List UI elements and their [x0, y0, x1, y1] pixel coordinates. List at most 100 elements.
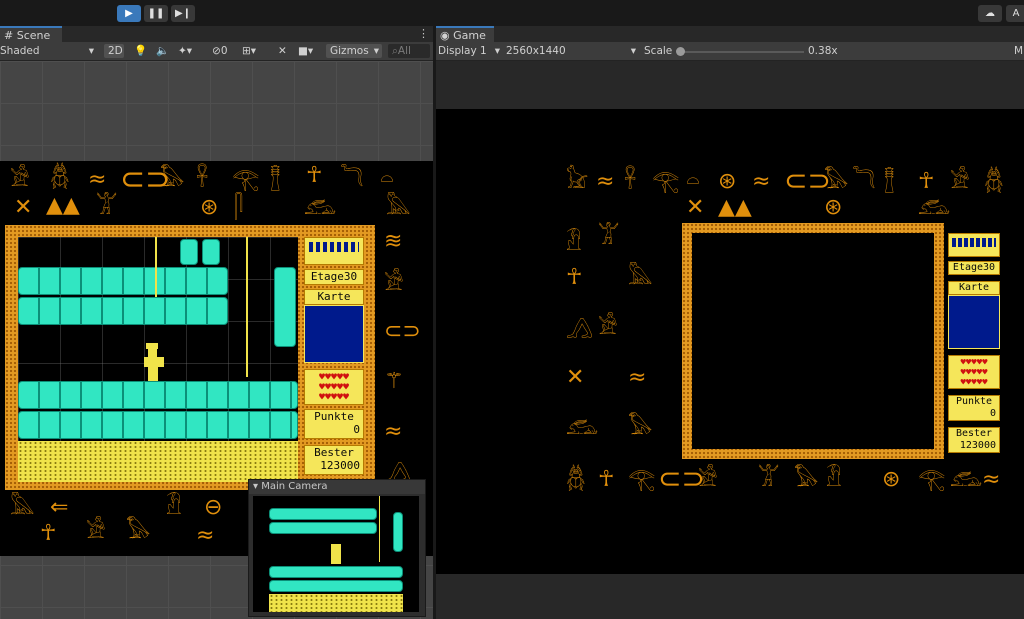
effects-icon[interactable]: ✦▾	[178, 44, 192, 58]
hieroglyph-border-left: 𓁟 𓀠 ☥ 𓅓 𓂻 𓀀 ✕ ≈ 𓃹 𓅃	[562, 227, 682, 467]
lives-hearts: ♥♥♥♥♥ ♥♥♥♥♥ ♥♥♥♥♥	[304, 369, 364, 405]
stone-block	[274, 267, 296, 347]
game-options-menu[interactable]: M	[1014, 44, 1023, 58]
lives-hearts: ♥♥♥♥♥ ♥♥♥♥♥ ♥♥♥♥♥	[948, 355, 1000, 389]
collapse-icon: ▾	[253, 481, 259, 492]
hieroglyph-icon: ≈	[88, 167, 107, 192]
chevron-down-icon: ▾	[494, 45, 500, 57]
score-box: Punkte 0	[304, 409, 364, 439]
display-dropdown[interactable]: Display 1 ▾	[438, 44, 500, 58]
stone-row	[18, 267, 228, 295]
hieroglyph-icon: ⊂⊃	[384, 319, 421, 344]
scale-value: 0.38x	[808, 45, 838, 57]
play-button[interactable]: ▶	[117, 5, 141, 22]
step-icon: ▶❙	[174, 8, 192, 19]
chevron-down-icon: ▾	[630, 45, 636, 57]
hieroglyph-icon: ≈	[628, 365, 647, 390]
hieroglyph-icon: ≈	[196, 523, 215, 548]
hieroglyph-icon: 𓀠	[598, 225, 620, 250]
hieroglyph-icon: 𓅃	[126, 519, 151, 544]
scene-viewport[interactable]: 𓀀 𓆣 ≈ ⊂⊃ 𓅃 𓋹 𓂀 𓊽 ☥ 𓆓 𓏏 ✕ ▲▲ 𓀠 ⊛ 𓋴 𓃹 𓅓 ≋ …	[0, 61, 433, 619]
gizmos-dropdown[interactable]: Gizmos ▾	[326, 44, 382, 58]
audio-icon[interactable]: 🔈	[156, 44, 169, 58]
kebab-menu-icon[interactable]: ⋮	[418, 26, 429, 42]
hieroglyph-icon: 𓃹	[304, 195, 337, 220]
camera-preview-window[interactable]: ▾ Main Camera	[248, 479, 426, 617]
camera-preview-header[interactable]: ▾ Main Camera	[249, 480, 425, 494]
scale-label: Scale	[644, 45, 673, 57]
map-display	[304, 305, 364, 363]
step-button[interactable]: ▶❙	[171, 5, 195, 22]
pause-icon: ❚❚	[147, 8, 165, 19]
sand-floor	[18, 441, 298, 482]
pyramid-icon: ▲▲	[46, 193, 80, 218]
hieroglyph-icon: ✕	[14, 195, 33, 220]
stone-row	[269, 580, 403, 592]
hieroglyph-icon: 𓋹	[624, 169, 637, 194]
hieroglyph-icon: 𓋴	[234, 195, 244, 220]
scale-slider-handle[interactable]	[676, 47, 685, 56]
karte-label: Karte	[304, 289, 364, 305]
hieroglyph-icon: 𓂀	[232, 167, 260, 192]
hieroglyph-icon: 𓂀	[652, 169, 680, 194]
map-display	[948, 295, 1000, 349]
camera-icon[interactable]: ■▾	[298, 44, 313, 58]
hieroglyph-icon: 𓋹	[196, 167, 209, 192]
resolution-dropdown[interactable]: 2560x1440 ▾	[506, 44, 636, 58]
highscore-box: Bester 123000	[304, 445, 364, 475]
hieroglyph-icon: 𓀀	[698, 467, 718, 492]
hieroglyph-icon: 𓆓	[340, 167, 364, 192]
hieroglyph-icon: ⊛	[718, 169, 737, 194]
tab-scene[interactable]: # Scene	[0, 26, 62, 42]
tab-game[interactable]: ◉ Game	[436, 26, 494, 42]
hieroglyph-icon: 𓀠	[758, 467, 780, 492]
scale-slider-track[interactable]	[680, 51, 804, 53]
hieroglyph-icon: ⊛	[882, 467, 901, 492]
chevron-down-icon: ▾	[88, 45, 94, 57]
hieroglyph-border-right: ≋ 𓀀 ⊂⊃ ⚚ ≈ 𓂻	[376, 221, 433, 501]
hieroglyph-icon: ☥	[598, 467, 615, 492]
hieroglyph-icon: ⊛	[200, 195, 219, 220]
highscore-box: Bester 123000	[948, 427, 1000, 453]
pause-button[interactable]: ❚❚	[144, 5, 168, 22]
hieroglyph-icon: ☥	[566, 265, 583, 290]
stone-block	[202, 239, 220, 265]
play-area	[18, 237, 298, 482]
cloud-button[interactable]: ☁	[978, 5, 1002, 22]
hieroglyph-icon: ≈	[384, 419, 403, 444]
rope	[246, 237, 248, 377]
shading-mode-dropdown[interactable]: Shaded ▾	[0, 44, 96, 58]
play-icon: ▶	[125, 8, 133, 19]
hieroglyph-icon: 𓀀	[950, 169, 970, 194]
hieroglyph-icon: ☥	[918, 169, 935, 194]
score-box: Punkte 0	[948, 395, 1000, 421]
hieroglyph-icon: 𓅃	[824, 169, 849, 194]
2d-toggle[interactable]: 2D	[104, 44, 124, 58]
visibility-toggle[interactable]: ⊘0	[212, 44, 228, 58]
hieroglyph-icon: ⊛	[824, 195, 843, 220]
game-viewport[interactable]: 𓃠 ≈ 𓋹 𓂀 𓏏 ⊛ ≈ ⊂⊃ 𓅃 𓆓 𓊽 ☥ 𓀀 𓆣 ✕ ▲▲ ⊛ 𓃹 𓁟 …	[436, 61, 1024, 619]
gamepad-icon: ◉	[440, 29, 450, 42]
hieroglyph-icon: 𓅃	[160, 167, 185, 192]
grid-icon: #	[4, 29, 14, 42]
hieroglyph-icon: 𓊽	[884, 169, 895, 194]
lighting-icon[interactable]: 💡	[134, 44, 147, 58]
hieroglyph-icon: 𓏏	[686, 169, 700, 194]
hieroglyph-icon: ≈	[752, 169, 771, 194]
cloud-icon: ☁	[985, 8, 995, 19]
hieroglyph-icon: 𓂻	[566, 315, 594, 340]
hieroglyph-border-bottom: 𓆣 ☥ 𓂀 ⊂⊃ 𓀀 𓀠 𓅃 𓁟 ⊛ 𓂀 𓃹 ≈	[562, 461, 1024, 521]
hieroglyph-icon: 𓃠	[566, 169, 589, 194]
hieroglyph-icon: 𓏏	[380, 167, 394, 192]
grid-snap-icon[interactable]: ⊞▾	[242, 44, 256, 58]
hieroglyph-icon: 𓅓	[10, 495, 35, 520]
stone-row	[269, 566, 403, 578]
search-input[interactable]: ⌕All	[388, 44, 430, 58]
tools-icon[interactable]: ✕	[278, 44, 287, 58]
pyramid-icon: ▲▲	[718, 195, 752, 220]
stone-row	[18, 381, 298, 409]
account-button[interactable]: A	[1006, 5, 1024, 22]
level-indicator	[304, 237, 364, 265]
hieroglyph-icon: 𓁟	[566, 231, 582, 256]
hieroglyph-icon: ⇐	[50, 495, 69, 520]
